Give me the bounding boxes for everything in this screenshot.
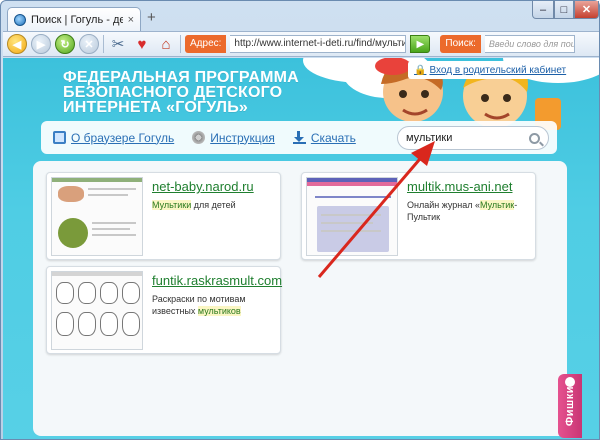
nav-about-link[interactable]: О браузере Гогуль: [53, 131, 174, 145]
nav-instructions-label: Инструкция: [210, 130, 275, 145]
search-icon[interactable]: [529, 132, 540, 144]
parent-cabinet-label: Вход в родительский кабинет: [429, 64, 567, 76]
result-thumbnail: [306, 177, 398, 256]
result-card[interactable]: multik.mus-ani.net Онлайн журнал «Мульти…: [301, 172, 536, 260]
settings-tools-icon[interactable]: ✂: [108, 34, 128, 54]
address-field[interactable]: http://www.internet-i-deti.ru/find/мульт…: [230, 35, 407, 53]
go-button[interactable]: ▶: [410, 35, 431, 53]
nav-download-label: Скачать: [310, 130, 356, 145]
toolbar-divider: [180, 35, 181, 53]
favorites-heart-icon[interactable]: ♥: [132, 34, 152, 54]
tab-bar: Поиск | Гогуль - детский... × + – □ ✕: [1, 1, 600, 31]
browser-toolbar: ◀ ▶ ↻ ✕ ✂ ♥ ⌂ Адрес: http://www.internet…: [3, 31, 599, 57]
search-query-text: мультики: [406, 132, 453, 144]
fishki-label: Фишки: [564, 385, 576, 427]
web-page: ФЕДЕРАЛЬНАЯ ПРОГРАММА БЕЗОПАСНОГО ДЕТСКО…: [3, 58, 599, 439]
browser-tab[interactable]: Поиск | Гогуль - детский... ×: [7, 7, 141, 31]
result-description: Онлайн журнал «Мультик-Пультик: [407, 200, 518, 222]
tab-title: Поиск | Гогуль - детский...: [31, 13, 123, 26]
search-label: Поиск:: [440, 35, 481, 53]
page-search-input[interactable]: мультики: [397, 126, 549, 150]
close-window-button[interactable]: ✕: [574, 1, 599, 19]
nav-instructions-link[interactable]: Инструкция: [192, 131, 275, 145]
result-description: Раскраски по мотивам известных мультиков: [152, 294, 246, 316]
minimize-button[interactable]: –: [532, 1, 554, 19]
result-description: Мультики для детей: [152, 200, 236, 210]
toolbar-divider: [103, 35, 104, 53]
fishki-side-tab[interactable]: Фишки: [558, 374, 582, 438]
brand-title: ФЕДЕРАЛЬНАЯ ПРОГРАММА БЕЗОПАСНОГО ДЕТСКО…: [63, 69, 299, 116]
stop-button[interactable]: ✕: [79, 34, 99, 54]
nav-download-link[interactable]: Скачать: [292, 130, 356, 145]
back-button[interactable]: ◀: [7, 34, 27, 54]
browser-window-icon: [53, 131, 66, 144]
gears-icon: [192, 131, 206, 144]
result-card[interactable]: funtik.raskrasmult.com Раскраски по моти…: [46, 266, 282, 354]
download-icon: [292, 131, 306, 144]
refresh-button[interactable]: ↻: [55, 34, 75, 54]
browser-window: Поиск | Гогуль - детский... × + – □ ✕ ◀ …: [0, 0, 600, 440]
nav-about-label: О браузере Гогуль: [71, 130, 175, 145]
result-title-link[interactable]: net-baby.narod.ru: [152, 179, 254, 194]
search-results-panel: net-baby.narod.ru Мультики для детей mul…: [33, 161, 567, 436]
close-tab-icon[interactable]: ×: [128, 14, 134, 26]
result-title-link[interactable]: funtik.raskrasmult.com: [152, 273, 282, 288]
forward-button[interactable]: ▶: [31, 34, 51, 54]
result-thumbnail: [51, 177, 143, 256]
toolbar-search-input[interactable]: Введи слово для поиска: [484, 35, 575, 53]
result-card[interactable]: net-baby.narod.ru Мультики для детей: [46, 172, 281, 260]
address-label: Адрес:: [185, 35, 227, 53]
maximize-button[interactable]: □: [554, 1, 574, 19]
parent-cabinet-link[interactable]: 🔒 Вход в родительский кабинет: [408, 61, 573, 79]
result-thumbnail: [51, 271, 143, 350]
new-tab-button[interactable]: +: [147, 10, 156, 26]
site-nav-bar: О браузере Гогуль Инструкция Скачать мул…: [41, 121, 557, 154]
lock-icon: 🔒: [414, 64, 427, 76]
site-favicon-icon: [14, 13, 26, 26]
home-icon[interactable]: ⌂: [156, 34, 176, 54]
result-title-link[interactable]: multik.mus-ani.net: [407, 179, 512, 194]
